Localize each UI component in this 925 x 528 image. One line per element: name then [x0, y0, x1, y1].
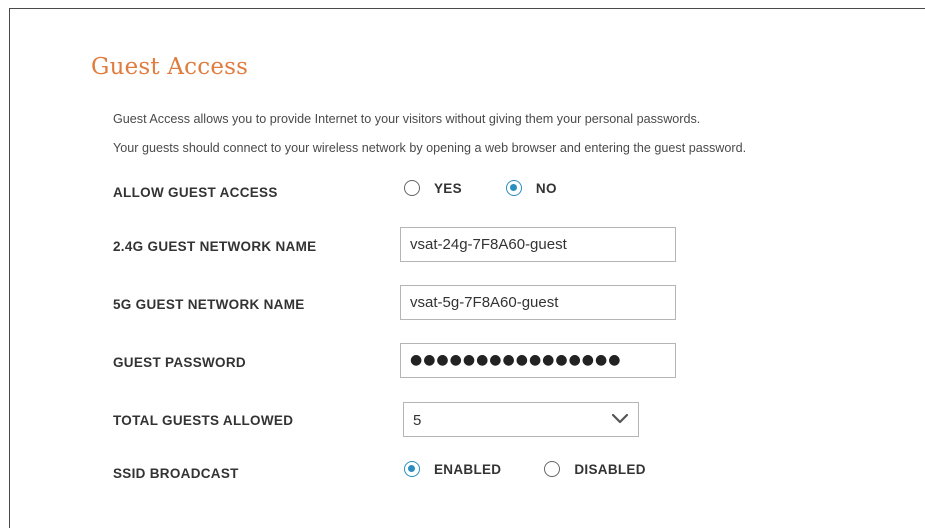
disabled-radio-circle[interactable]: [544, 461, 561, 477]
total-guests-select[interactable]: 5: [403, 402, 639, 437]
page-frame: [9, 8, 925, 528]
ssid-broadcast-radio-group: ENABLED DISABLED: [404, 461, 646, 477]
ssid-broadcast-disabled-radio[interactable]: DISABLED: [544, 461, 645, 477]
disabled-radio-label: DISABLED: [574, 461, 646, 477]
network-24g-label: 2.4G GUEST NETWORK NAME: [113, 239, 317, 254]
network-24g-input[interactable]: [400, 227, 676, 262]
page-title: Guest Access: [91, 54, 249, 80]
yes-radio-circle[interactable]: [404, 180, 420, 196]
description-line-1: Guest Access allows you to provide Inter…: [113, 112, 701, 126]
total-guests-value: 5: [413, 412, 422, 429]
chevron-down-icon: [611, 413, 629, 424]
allow-guest-access-no-radio[interactable]: NO: [505, 180, 557, 196]
description-line-2: Your guests should connect to your wirel…: [113, 141, 747, 155]
no-radio-circle[interactable]: [505, 180, 522, 196]
guest-password-input[interactable]: ●●●●●●●●●●●●●●●●: [400, 343, 676, 378]
allow-guest-access-radio-group: YES NO: [404, 180, 557, 196]
network-5g-input[interactable]: [400, 285, 676, 320]
yes-radio-label: YES: [434, 180, 462, 196]
network-5g-label: 5G GUEST NETWORK NAME: [113, 297, 305, 312]
no-radio-label: NO: [535, 180, 557, 196]
ssid-broadcast-enabled-radio[interactable]: ENABLED: [404, 461, 501, 477]
enabled-radio-label: ENABLED: [434, 461, 502, 477]
ssid-broadcast-label: SSID BROADCAST: [113, 466, 239, 481]
total-guests-label: TOTAL GUESTS ALLOWED: [113, 413, 294, 428]
guest-password-label: GUEST PASSWORD: [113, 355, 246, 370]
enabled-radio-circle[interactable]: [404, 461, 420, 477]
allow-guest-access-label: ALLOW GUEST ACCESS: [113, 185, 278, 200]
allow-guest-access-yes-radio[interactable]: YES: [404, 180, 462, 196]
